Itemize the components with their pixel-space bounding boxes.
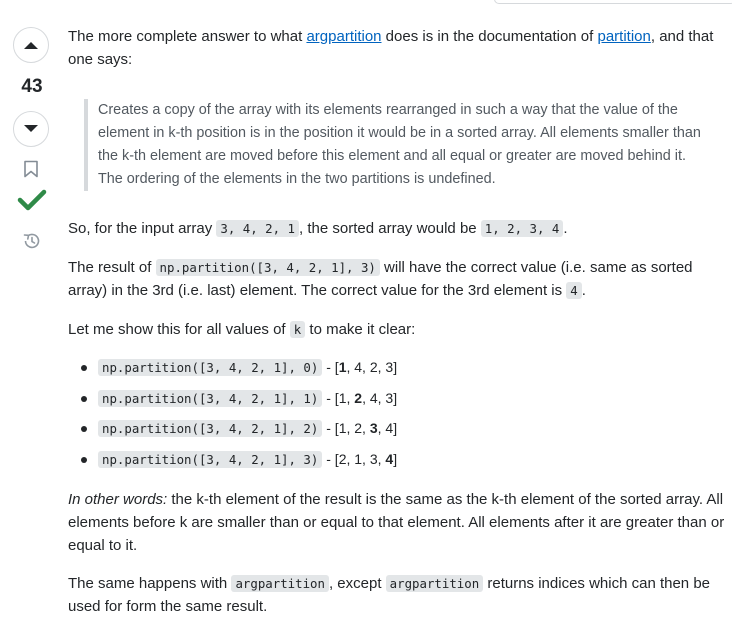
partition-call-code: np.partition([3, 4, 2, 1], 3) (155, 259, 380, 276)
example-code: np.partition([3, 4, 2, 1], 1) (98, 389, 323, 407)
list-item: np.partition([3, 4, 2, 1], 1) - [1, 2, 4… (68, 387, 397, 418)
activity-history-button[interactable] (22, 231, 42, 255)
accepted-check-icon (17, 189, 47, 211)
k-code: k (289, 321, 306, 338)
text: ] (393, 389, 398, 406)
kth-value: 2 (354, 389, 363, 406)
history-icon (23, 233, 40, 249)
example-result: - [1, 4, 2, 3] (322, 359, 397, 375)
text: to make it clear: (305, 321, 416, 338)
argpartition-paragraph: The same happens with argpartition, exce… (68, 572, 728, 618)
text: , the sorted array would be (299, 220, 481, 237)
top-panel-edge (494, 0, 732, 4)
bookmark-icon (24, 160, 38, 178)
downvote-arrow-icon (24, 125, 38, 132)
accepted-answer-indicator (17, 188, 47, 216)
upvote-button[interactable] (13, 27, 49, 63)
text: 1, 2, (338, 420, 370, 436)
sorted-array-code: 1, 2, 3, 4 (480, 220, 564, 237)
text: 2, 1, 3, (338, 450, 386, 467)
text: - (322, 389, 335, 406)
list-item: np.partition([3, 4, 2, 1], 3) - [2, 1, 3… (68, 448, 397, 479)
text: , 4, 2, 3 (346, 359, 394, 375)
list-item: np.partition([3, 4, 2, 1], 0) - [1, 4, 2… (68, 356, 397, 387)
text: 1, (338, 389, 355, 406)
argpartition-code: argpartition (385, 575, 484, 592)
text: So, for the input array (68, 220, 217, 237)
text: - (322, 450, 335, 467)
partition-examples-list: np.partition([3, 4, 2, 1], 0) - [1, 4, 2… (68, 356, 397, 478)
text: ] (393, 450, 398, 467)
text: The more complete answer to what (68, 28, 307, 45)
partition-link[interactable]: partition (597, 28, 650, 45)
text: the k-th element of the result is the sa… (68, 491, 725, 554)
list-item: np.partition([3, 4, 2, 1], 2) - [1, 2, 3… (68, 417, 397, 448)
correct-value-code: 4 (566, 282, 582, 299)
italic-text: In other words: (68, 491, 168, 508)
input-array-code: 3, 4, 2, 1 (216, 220, 300, 237)
example-code: np.partition([3, 4, 2, 1], 3) (98, 450, 323, 468)
text: . (563, 220, 568, 237)
example-code: np.partition([3, 4, 2, 1], 2) (98, 420, 323, 437)
text: ] (393, 359, 398, 375)
text: ] (393, 420, 398, 436)
sorted-array-paragraph: So, for the input array 3, 4, 2, 1, the … (68, 217, 728, 240)
text: , 4 (377, 420, 394, 436)
argpartition-link[interactable]: argpartition (306, 28, 381, 45)
text: , except (328, 575, 386, 592)
vote-count: 43 (21, 76, 43, 97)
text: - (322, 359, 335, 375)
text: Let me show this for all values of (68, 321, 290, 338)
upvote-arrow-icon (24, 42, 38, 49)
documentation-quote: Creates a copy of the array with its ele… (84, 99, 710, 191)
intro-paragraph: The more complete answer to what argpart… (68, 25, 728, 71)
kth-value: 3 (369, 420, 378, 436)
show-all-k-paragraph: Let me show this for all values of k to … (68, 318, 728, 341)
text: The result of (68, 259, 156, 276)
argpartition-code: argpartition (231, 575, 329, 592)
example-code: np.partition([3, 4, 2, 1], 0) (98, 359, 323, 376)
downvote-button[interactable] (13, 111, 49, 147)
example-result: - [2, 1, 3, 4] (322, 451, 397, 467)
in-other-words-paragraph: In other words: the k-th element of the … (68, 488, 728, 557)
bookmark-button[interactable] (23, 160, 39, 182)
text: . (581, 282, 586, 299)
example-result: - [1, 2, 3, 4] (322, 420, 397, 436)
text: does is in the documentation of (381, 28, 598, 45)
text: - (322, 420, 335, 436)
result-paragraph: The result of np.partition([3, 4, 2, 1],… (68, 256, 728, 302)
text: , 4, 3 (362, 389, 394, 406)
text: The same happens with (68, 575, 232, 592)
quote-text: Creates a copy of the array with its ele… (98, 102, 701, 187)
example-result: - [1, 2, 4, 3] (322, 390, 397, 406)
